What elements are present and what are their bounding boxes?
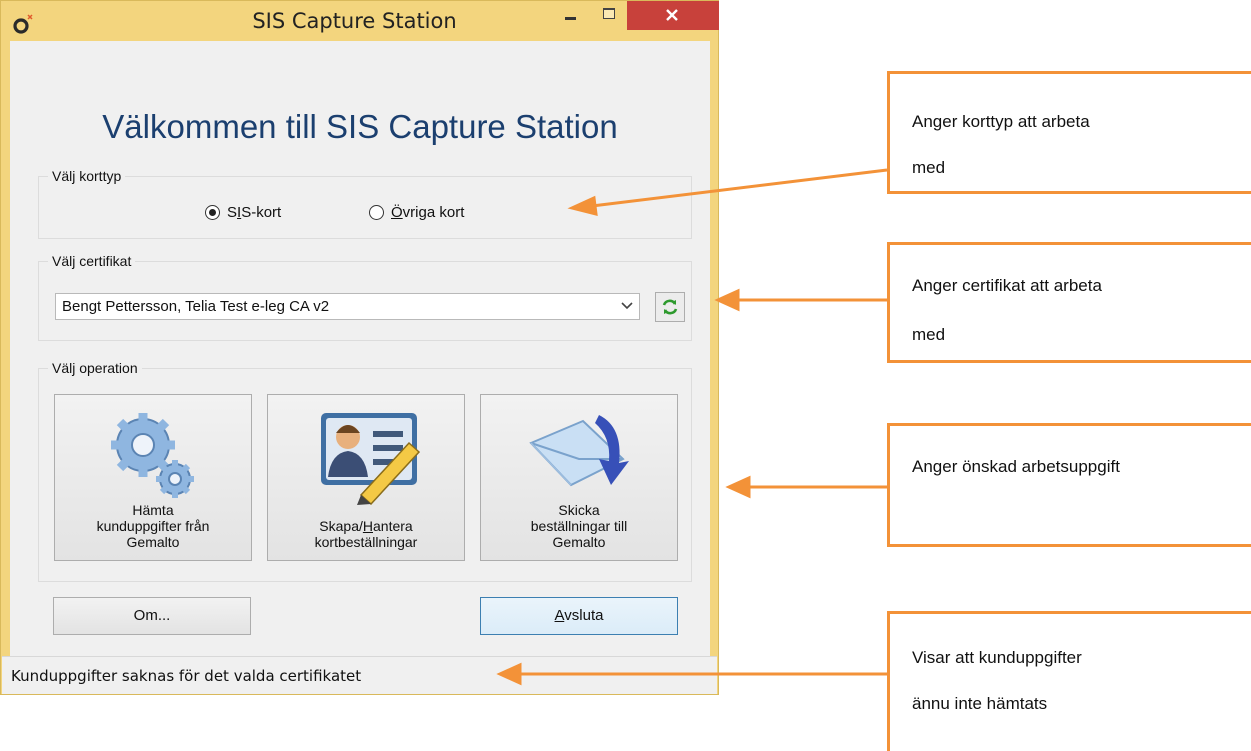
- arrowhead-operation: [725, 475, 751, 499]
- callout-card-type: Anger korttyp att arbeta med: [887, 71, 1251, 194]
- callout-card-type-line1: Anger korttyp att arbeta: [912, 112, 1090, 131]
- callout-operation-line1: Anger önskad arbetsuppgift: [912, 457, 1120, 476]
- arrowhead-certificate: [714, 288, 740, 312]
- callout-certificate-line1: Anger certifikat att arbeta: [912, 276, 1102, 295]
- callout-card-type-line2: med: [912, 158, 946, 177]
- arrowhead-card-type: [567, 195, 598, 216]
- callout-status: Visar att kunduppgifter ännu inte hämtat…: [887, 611, 1251, 751]
- callout-status-line1: Visar att kunduppgifter: [912, 648, 1082, 667]
- arrowhead-status: [496, 662, 522, 686]
- callout-status-line2: ännu inte hämtats: [912, 694, 1048, 713]
- callout-certificate: Anger certifikat att arbeta med: [887, 242, 1251, 363]
- callout-certificate-line2: med: [912, 325, 946, 344]
- arrow-card-type: [591, 168, 888, 208]
- callout-operation: Anger önskad arbetsuppgift: [887, 423, 1251, 547]
